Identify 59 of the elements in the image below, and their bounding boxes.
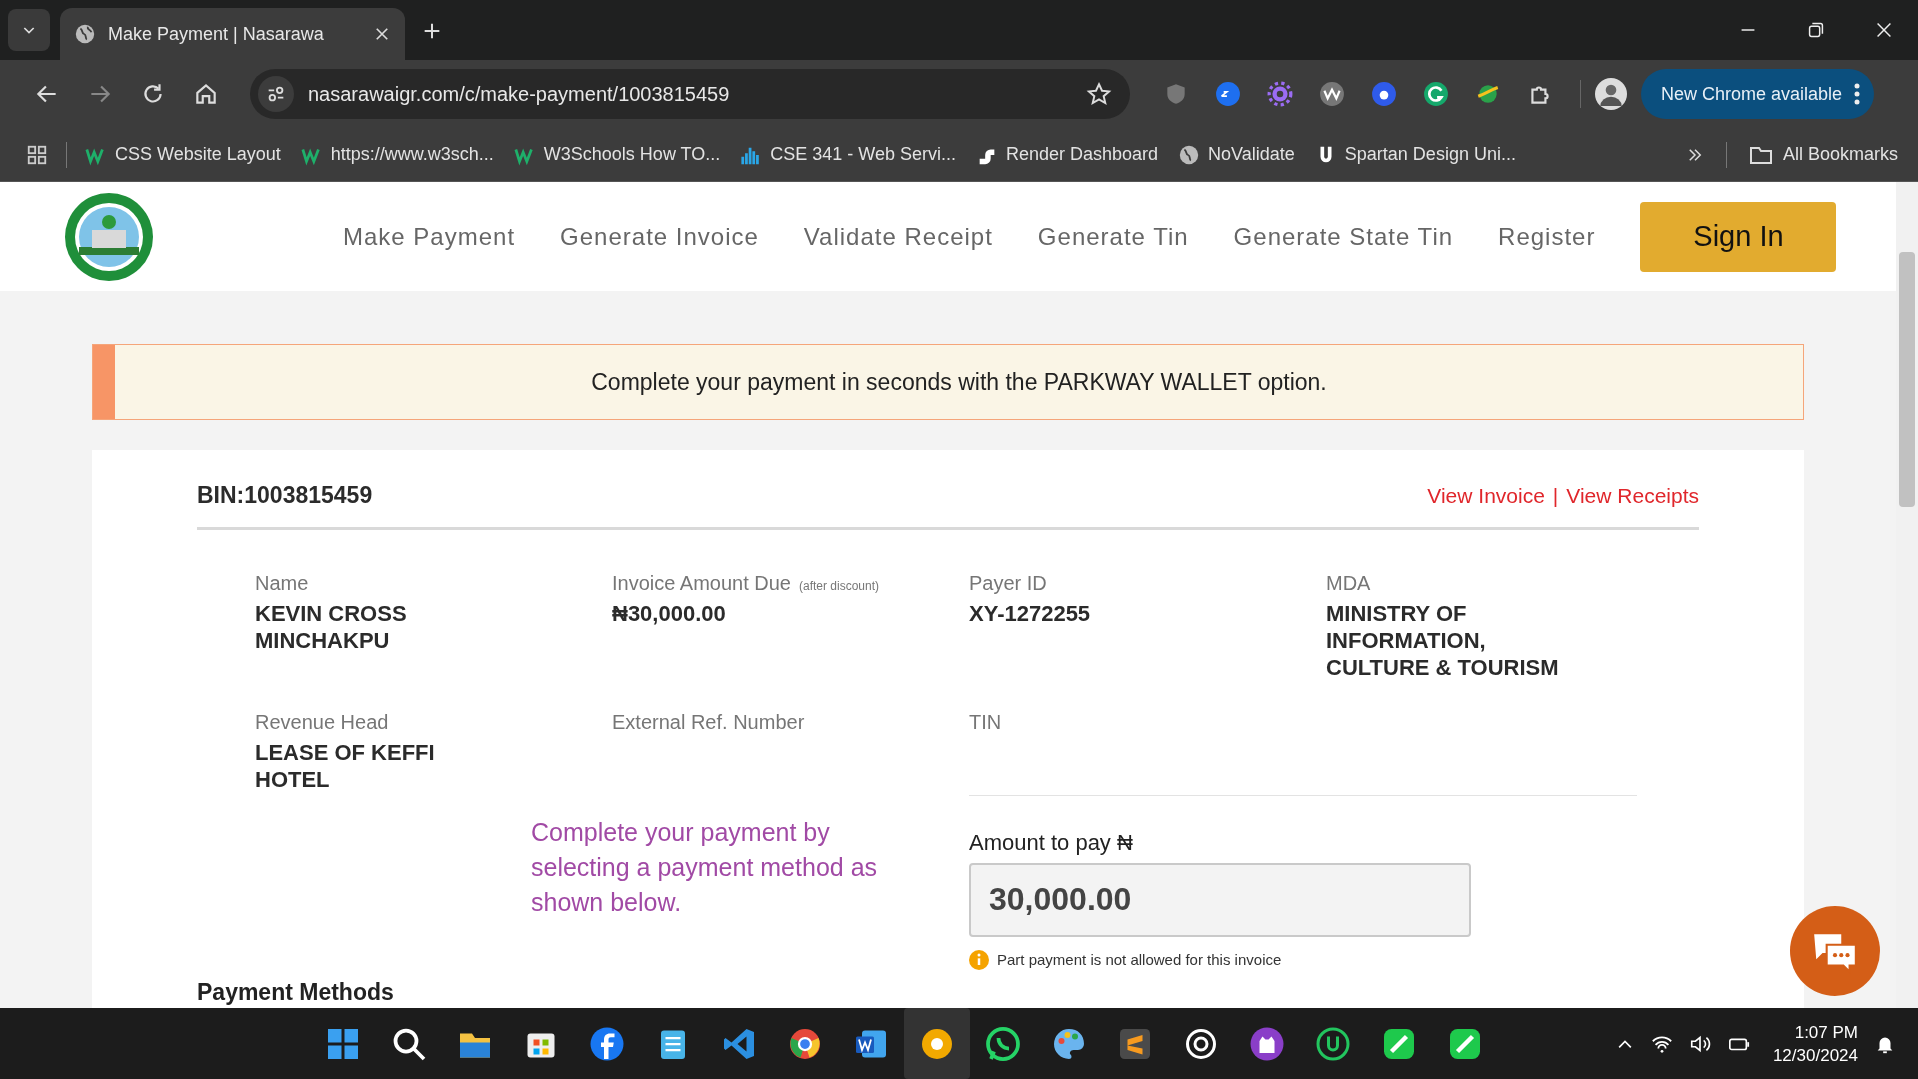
section-heading: Payment Methods bbox=[197, 978, 395, 1007]
field-value: LEASE OF KEFFI HOTEL bbox=[255, 738, 436, 793]
close-icon[interactable] bbox=[373, 25, 391, 43]
nav-link[interactable]: Generate Invoice bbox=[560, 218, 759, 255]
avatar-icon[interactable] bbox=[1595, 78, 1627, 110]
field-label: Revenue Head bbox=[255, 709, 389, 735]
bookmark-link[interactable]: NoValidate bbox=[1208, 141, 1295, 168]
globe-icon bbox=[1178, 143, 1201, 166]
clock-time[interactable]: 1:07 PM bbox=[1794, 1020, 1858, 1044]
field-value: MINISTRY OF INFORMATION, CULTURE & TOURISM bbox=[1326, 599, 1560, 681]
field-value: ₦30,000.00 bbox=[612, 599, 727, 627]
nav-link[interactable]: Generate Tin bbox=[1037, 218, 1189, 255]
amount-label: Amount to pay ₦ bbox=[969, 828, 1134, 857]
bin-number: BIN:1003815459 bbox=[197, 481, 373, 510]
nav-link[interactable]: Validate Receipt bbox=[803, 218, 993, 255]
apps-grid-icon[interactable] bbox=[26, 143, 48, 166]
nav-link[interactable]: Generate State Tin bbox=[1233, 218, 1454, 255]
banner-text: Complete your payment in seconds with the PARKWAY WALLET option. bbox=[590, 367, 1328, 397]
letter-u-icon[interactable] bbox=[1315, 1025, 1351, 1062]
view-invoice-link[interactable]: View Invoice bbox=[1427, 479, 1545, 511]
bookmark-link[interactable]: https://www.w3sch... bbox=[330, 141, 494, 168]
link-separator: | bbox=[1552, 482, 1559, 509]
update-button[interactable]: New Chrome available bbox=[1641, 69, 1875, 119]
address-bar[interactable]: nasarawaigr.com/c/make-payment/1003815459 bbox=[250, 69, 1130, 119]
info-icon bbox=[969, 949, 989, 970]
field-label: Payer ID bbox=[969, 570, 1047, 596]
sign-in-button[interactable]: Sign In bbox=[1640, 201, 1837, 272]
field-label: Invoice Amount Due bbox=[612, 570, 791, 596]
tab-title: Make Payment | Nasarawa bbox=[108, 22, 325, 46]
nav-link[interactable]: Register bbox=[1498, 218, 1596, 255]
amount-note: Part payment is not allowed for this invoice bbox=[997, 949, 1282, 970]
star-icon[interactable] bbox=[1086, 81, 1112, 107]
more-icon[interactable] bbox=[1854, 83, 1861, 105]
field-label: MDA bbox=[1326, 570, 1371, 596]
payment-prompt: Complete your payment by selecting a payment method as shown below. bbox=[531, 816, 879, 918]
field-value: KEVIN CROSS MINCHAKPU bbox=[255, 599, 408, 654]
field-value: XY-1272255 bbox=[969, 599, 1092, 627]
bookmark-link[interactable]: W3Schools How TO... bbox=[543, 141, 721, 168]
url-text: nasarawaigr.com/c/make-payment/1003815459 bbox=[308, 82, 731, 107]
bookmark-link[interactable]: CSS Website Layout bbox=[115, 141, 281, 168]
facebook-icon[interactable] bbox=[589, 1025, 625, 1062]
nav-link[interactable]: Make Payment bbox=[343, 218, 516, 255]
gear-icon[interactable] bbox=[1267, 81, 1293, 107]
globe-icon bbox=[74, 23, 96, 45]
amount-field[interactable]: 30,000.00 bbox=[969, 862, 1471, 937]
seal-logo-icon[interactable] bbox=[64, 191, 154, 282]
field-label: External Ref. Number bbox=[612, 709, 805, 735]
bookmark-link[interactable]: All Bookmarks bbox=[1782, 141, 1898, 168]
bookmark-link[interactable]: Render Dashboard bbox=[1006, 141, 1159, 168]
chat-bubble-icon[interactable] bbox=[985, 1025, 1021, 1062]
browser-tab[interactable]: Make Payment | Nasarawa bbox=[60, 8, 405, 60]
field-label: TIN bbox=[969, 709, 1002, 735]
bookmark-link[interactable]: Spartan Design Uni... bbox=[1344, 141, 1516, 168]
clock-date[interactable]: 12/30/2024 bbox=[1772, 1043, 1858, 1067]
field-label: Name bbox=[255, 570, 309, 596]
field-note: (after discount) bbox=[799, 577, 880, 595]
letter-g-icon[interactable] bbox=[1423, 81, 1449, 107]
bookmark-link[interactable]: CSE 341 - Web Servi... bbox=[770, 141, 956, 168]
view-receipts-link[interactable]: View Receipts bbox=[1566, 479, 1699, 511]
